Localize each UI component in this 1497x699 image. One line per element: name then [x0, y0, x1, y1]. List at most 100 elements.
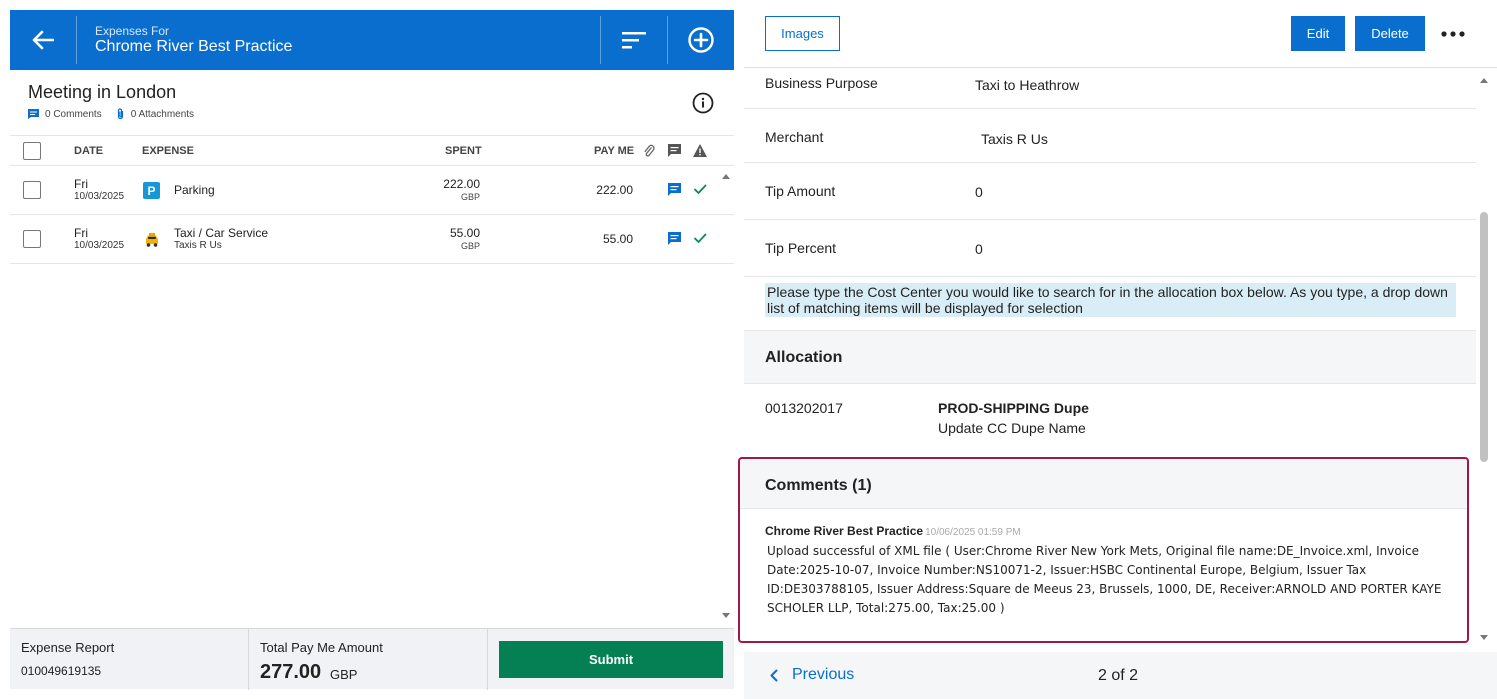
paperclip-icon — [644, 144, 655, 157]
check-icon — [694, 233, 707, 243]
field-label: Business Purpose — [765, 75, 878, 91]
comments-section: Comments (1) Chrome River Best Practice 1… — [738, 457, 1469, 643]
images-button[interactable]: Images — [765, 16, 840, 51]
field-merchant: Merchant Taxis R Us — [744, 109, 1476, 163]
row-currency: GBP — [460, 192, 480, 202]
column-spent[interactable]: SPENT — [445, 145, 482, 157]
comment-icon[interactable] — [668, 232, 681, 245]
comment-icon — [668, 144, 681, 157]
page-count: 2 of 2 — [1098, 667, 1139, 684]
sort-button[interactable] — [601, 10, 667, 70]
more-options-button[interactable] — [1439, 22, 1467, 46]
comments-header: Comments (1) — [740, 459, 1467, 509]
field-value: 0 — [975, 241, 983, 257]
field-value: Taxis R Us — [981, 131, 1048, 147]
footer-divider — [487, 629, 488, 690]
previous-button[interactable]: Previous — [770, 666, 854, 684]
comments-count[interactable]: 0 Comments — [45, 109, 102, 120]
row-expense-type: Parking — [174, 183, 215, 197]
row-date: 10/03/2025 — [74, 191, 125, 202]
comment-author: Chrome River Best Practice 10/06/2025 01:… — [765, 524, 1021, 538]
submit-button[interactable]: Submit — [499, 641, 723, 678]
app-header: Expenses For Chrome River Best Practice — [10, 10, 734, 70]
row-day: Fri — [74, 177, 88, 191]
allocation-header: Allocation — [744, 330, 1476, 384]
footer-divider — [248, 629, 249, 690]
table-row[interactable]: Fri 10/03/2025 Taxi / Car Service Taxis … — [10, 215, 734, 264]
previous-label: Previous — [792, 666, 855, 683]
row-date: 10/03/2025 — [74, 240, 125, 251]
field-label: Merchant — [765, 129, 824, 145]
comment-icon — [28, 109, 39, 119]
allocation-name: PROD-SHIPPING Dupe — [938, 400, 1089, 416]
report-info-button[interactable] — [692, 92, 714, 114]
row-checkbox[interactable] — [23, 181, 41, 199]
comment-timestamp: 10/06/2025 01:59 PM — [925, 527, 1021, 538]
scroll-down-arrow[interactable] — [1479, 634, 1489, 642]
add-expense-button[interactable] — [668, 10, 734, 70]
edit-button[interactable]: Edit — [1291, 16, 1345, 51]
row-spent: 55.00 — [449, 226, 480, 240]
attachments-count[interactable]: 0 Attachments — [131, 109, 194, 120]
row-merchant: Taxis R Us — [174, 240, 222, 251]
field-value: 0 — [975, 184, 983, 200]
check-icon — [694, 184, 707, 194]
row-day: Fri — [74, 226, 88, 240]
comment-author-name: Chrome River Best Practice — [765, 524, 924, 538]
total-amount: 277.00 — [260, 661, 322, 683]
header-title: Chrome River Best Practice — [95, 38, 293, 55]
report-number: 010049619135 — [21, 664, 102, 678]
more-horizontal-icon — [1441, 31, 1465, 37]
field-tip-amount: Tip Amount 0 — [744, 163, 1476, 220]
field-label: Tip Percent — [765, 240, 837, 256]
report-title: Meeting in London — [28, 82, 177, 102]
back-button[interactable] — [10, 10, 76, 70]
allocation-description: Update CC Dupe Name — [938, 420, 1086, 436]
report-label: Expense Report — [21, 640, 115, 655]
warning-icon — [693, 144, 707, 157]
parking-icon: P — [143, 182, 160, 199]
row-payme: 55.00 — [602, 232, 633, 246]
chevron-left-icon — [770, 669, 778, 681]
total-label: Total Pay Me Amount — [260, 640, 383, 655]
row-payme: 222.00 — [596, 183, 633, 197]
report-meta: 0 Comments 0 Attachments — [28, 108, 194, 120]
column-expense[interactable]: EXPENSE — [142, 145, 194, 157]
field-tip-percent: Tip Percent 0 — [744, 220, 1476, 277]
expense-detail-panel: Images Edit Delete Business Purpose Taxi… — [738, 0, 1497, 699]
allocation-title: Allocation — [765, 349, 843, 366]
table-row[interactable]: Fri 10/03/2025 P Parking 222.00 GBP 222.… — [10, 166, 734, 215]
expense-list-panel: Expenses For Chrome River Best Practice … — [0, 0, 744, 699]
arrow-left-icon — [32, 30, 54, 50]
paperclip-icon — [116, 108, 125, 120]
plus-circle-icon — [688, 27, 714, 53]
report-footer: Expense Report 010049619135 Total Pay Me… — [10, 628, 734, 690]
field-value: Taxi to Heathrow — [975, 77, 1080, 93]
total-currency: GBP — [330, 667, 358, 682]
row-expense-type: Taxi / Car Service — [174, 226, 269, 240]
select-all-checkbox[interactable] — [23, 142, 41, 160]
scrollbar-thumb[interactable] — [1480, 212, 1488, 462]
cost-center-notice: Please type the Cost Center you would li… — [765, 283, 1456, 317]
column-date[interactable]: DATE — [74, 145, 103, 157]
allocation-code: 0013202017 — [765, 400, 843, 416]
header-subtitle: Expenses For — [95, 24, 170, 38]
info-icon — [692, 92, 714, 114]
scroll-down-arrow[interactable] — [721, 612, 731, 620]
column-payme[interactable]: PAY ME — [594, 145, 634, 157]
sort-icon — [622, 32, 646, 49]
pager: Previous 2 of 2 — [744, 652, 1497, 699]
comment-icon[interactable] — [668, 183, 681, 196]
field-label: Tip Amount — [765, 183, 836, 199]
taxi-icon — [146, 233, 158, 247]
comments-title: Comments (1) — [765, 477, 872, 494]
scroll-up-arrow[interactable] — [1479, 76, 1489, 84]
field-business-purpose: Business Purpose Taxi to Heathrow — [744, 68, 1476, 109]
detail-toolbar: Images Edit Delete — [744, 0, 1497, 68]
row-spent: 222.00 — [443, 177, 480, 191]
scroll-up-arrow[interactable] — [721, 172, 731, 180]
row-checkbox[interactable] — [23, 230, 41, 248]
delete-button[interactable]: Delete — [1355, 16, 1425, 51]
svg-text:P: P — [147, 184, 155, 198]
comment-text: Upload successful of XML file ( User:Chr… — [767, 544, 1442, 615]
